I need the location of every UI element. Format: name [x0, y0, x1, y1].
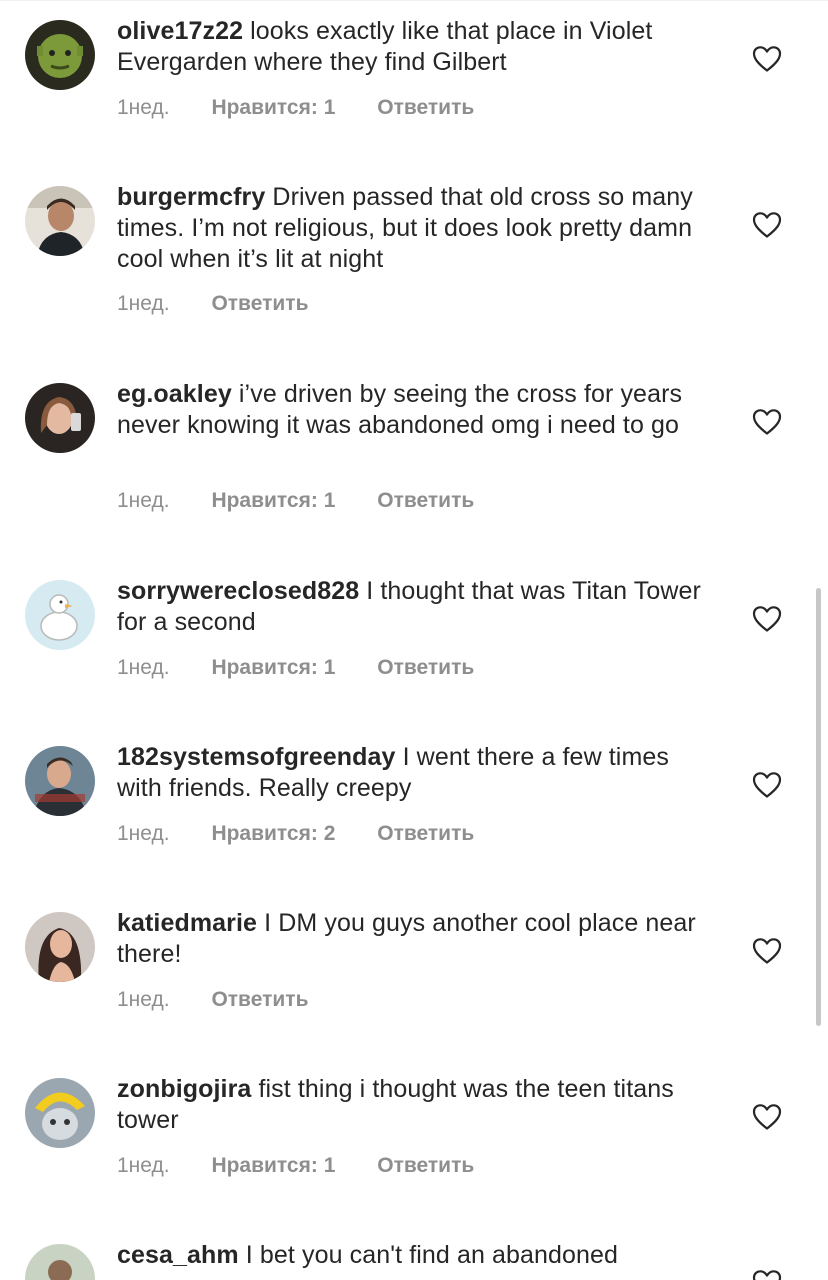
- comment-time: 1нед.: [117, 1154, 170, 1177]
- avatar[interactable]: [25, 1244, 95, 1280]
- reply-button[interactable]: Ответить: [377, 1154, 474, 1178]
- heart-outline-icon[interactable]: [752, 45, 782, 73]
- heart-outline-icon[interactable]: [752, 1103, 782, 1131]
- avatar[interactable]: [25, 383, 95, 453]
- heart-outline-icon[interactable]: [752, 937, 782, 965]
- comment-username[interactable]: burgermcfry: [117, 183, 265, 211]
- comment-text: burgermcfry Driven passed that old cross…: [117, 182, 717, 275]
- avatar[interactable]: [25, 186, 95, 256]
- comment-meta: 1нед. Ответить: [117, 292, 308, 316]
- comment-text: katiedmarie I DM you guys another cool p…: [117, 908, 717, 970]
- comment-meta: 1нед. Нравится: 1 Ответить: [117, 489, 474, 513]
- avatar[interactable]: [25, 20, 95, 90]
- top-divider: [0, 0, 828, 1]
- comment-meta: 1нед. Нравится: 1 Ответить: [117, 1154, 474, 1178]
- reply-button[interactable]: Ответить: [377, 656, 474, 680]
- comment-username[interactable]: eg.oakley: [117, 380, 232, 408]
- avatar[interactable]: [25, 580, 95, 650]
- comment-meta: 1нед. Нравится: 1 Ответить: [117, 656, 474, 680]
- comment-body: I bet you can't find an abandoned: [245, 1241, 619, 1269]
- comment-meta: 1нед. Ответить: [117, 988, 308, 1012]
- comment-username[interactable]: olive17z22: [117, 17, 243, 45]
- reply-button[interactable]: Ответить: [211, 988, 308, 1012]
- comment-text: cesa_ahm I bet you can't find an abandon…: [117, 1240, 717, 1271]
- comment-username[interactable]: 182systemsofgreenday: [117, 743, 396, 771]
- comment-text: zonbigojira fist thing i thought was the…: [117, 1074, 717, 1136]
- comment-username[interactable]: cesa_ahm: [117, 1241, 239, 1269]
- avatar[interactable]: [25, 1078, 95, 1148]
- comment-text: olive17z22 looks exactly like that place…: [117, 16, 717, 78]
- reply-button[interactable]: Ответить: [377, 822, 474, 846]
- comment-time: 1нед.: [117, 656, 170, 679]
- comment-time: 1нед.: [117, 822, 170, 845]
- comment-username[interactable]: katiedmarie: [117, 909, 257, 937]
- comment-likes[interactable]: Нравится: 1: [211, 489, 335, 513]
- reply-button[interactable]: Ответить: [211, 292, 308, 316]
- comment-likes[interactable]: Нравится: 2: [211, 822, 335, 846]
- avatar[interactable]: [25, 912, 95, 982]
- comment-username[interactable]: sorrywereclosed828: [117, 577, 359, 605]
- reply-button[interactable]: Ответить: [377, 489, 474, 513]
- heart-outline-icon[interactable]: [752, 1269, 782, 1280]
- comment-text: sorrywereclosed828 I thought that was Ti…: [117, 576, 717, 638]
- comment-time: 1нед.: [117, 292, 170, 315]
- comment-meta: 1нед. Нравится: 1 Ответить: [117, 96, 474, 120]
- comment-likes[interactable]: Нравится: 1: [211, 656, 335, 680]
- comment-time: 1нед.: [117, 988, 170, 1011]
- comment-time: 1нед.: [117, 96, 170, 119]
- comment-likes[interactable]: Нравится: 1: [211, 1154, 335, 1178]
- reply-button[interactable]: Ответить: [377, 96, 474, 120]
- comment-meta: 1нед. Нравится: 2 Ответить: [117, 822, 474, 846]
- comments-page: olive17z22 looks exactly like that place…: [0, 0, 828, 1280]
- scrollbar-thumb[interactable]: [816, 588, 821, 1026]
- comment-text: eg.oakley i’ve driven by seeing the cros…: [117, 379, 717, 441]
- heart-outline-icon[interactable]: [752, 605, 782, 633]
- comment-text: 182systemsofgreenday I went there a few …: [117, 742, 717, 804]
- comment-username[interactable]: zonbigojira: [117, 1075, 251, 1103]
- heart-outline-icon[interactable]: [752, 211, 782, 239]
- heart-outline-icon[interactable]: [752, 408, 782, 436]
- comment-time: 1нед.: [117, 489, 170, 512]
- avatar[interactable]: [25, 746, 95, 816]
- heart-outline-icon[interactable]: [752, 771, 782, 799]
- comment-likes[interactable]: Нравится: 1: [211, 96, 335, 120]
